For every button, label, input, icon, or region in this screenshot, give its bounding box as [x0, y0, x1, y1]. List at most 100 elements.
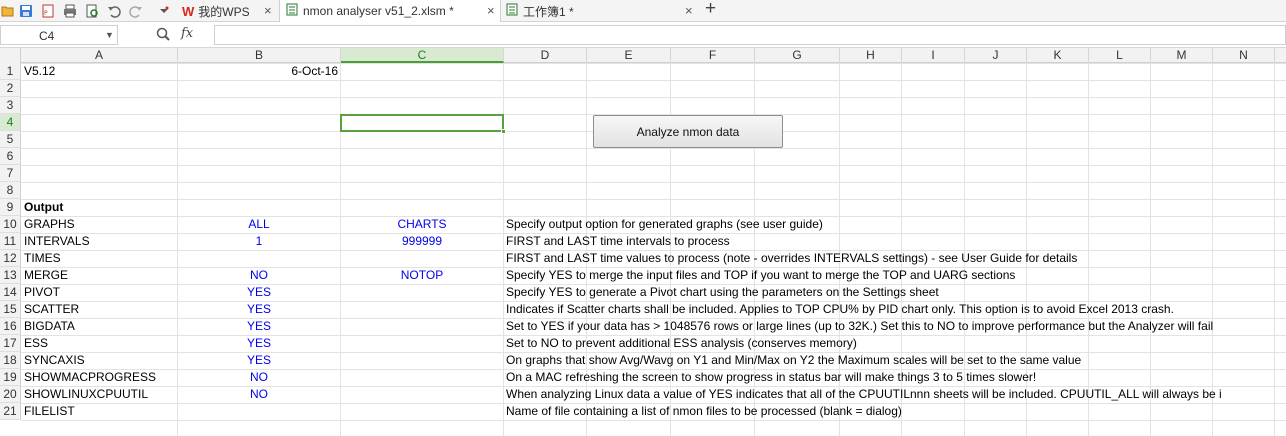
row-header-2[interactable]: 2 — [0, 80, 21, 97]
cell-d19[interactable]: On a MAC refreshing the screen to show p… — [506, 369, 1036, 386]
row-header-6[interactable]: 6 — [0, 148, 21, 165]
cell-d10[interactable]: Specify output option for generated grap… — [506, 216, 823, 233]
tab-workbook1[interactable]: 工作簿1 * × — [504, 0, 700, 22]
row-header-10[interactable]: 10 — [0, 216, 21, 233]
cell-d17[interactable]: Set to NO to prevent additional ESS anal… — [506, 335, 857, 352]
cell-a10[interactable]: GRAPHS — [24, 216, 75, 233]
column-header-b[interactable]: B — [178, 48, 341, 63]
analyze-nmon-data-button[interactable]: Analyze nmon data — [593, 115, 783, 148]
cell-a12[interactable]: TIMES — [24, 250, 61, 267]
row-header-17[interactable]: 17 — [0, 335, 21, 352]
row-header-4[interactable]: 4 — [0, 114, 21, 131]
row-header-16[interactable]: 16 — [0, 318, 21, 335]
cell-b13[interactable]: NO — [178, 267, 340, 284]
row-header-14[interactable]: 14 — [0, 284, 21, 301]
cell-a1[interactable]: V5.12 — [24, 63, 55, 80]
row-header-13[interactable]: 13 — [0, 267, 21, 284]
cell-d20[interactable]: When analyzing Linux data a value of YES… — [506, 386, 1222, 403]
cell-c10[interactable]: CHARTS — [341, 216, 503, 233]
column-header-a[interactable]: A — [21, 48, 178, 63]
redo-icon[interactable] — [128, 3, 144, 19]
magnifier-icon[interactable] — [156, 27, 170, 44]
row-header-5[interactable]: 5 — [0, 131, 21, 148]
cell-b14[interactable]: YES — [178, 284, 340, 301]
cell-b15[interactable]: YES — [178, 301, 340, 318]
row-header-21[interactable]: 21 — [0, 403, 21, 420]
column-header-l[interactable]: L — [1089, 48, 1151, 63]
formula-input[interactable] — [214, 25, 1286, 45]
name-box[interactable]: C4 ▼ — [0, 25, 118, 45]
column-header-h[interactable]: H — [840, 48, 902, 63]
cell-b10[interactable]: ALL — [178, 216, 340, 233]
column-header-c[interactable]: C — [341, 48, 504, 63]
cell-b11[interactable]: 1 — [178, 233, 340, 250]
save-icon[interactable] — [18, 3, 34, 19]
function-icon[interactable]: fx — [181, 26, 193, 41]
cell-a13[interactable]: MERGE — [24, 267, 68, 284]
cell-d11[interactable]: FIRST and LAST time intervals to process — [506, 233, 730, 250]
cell-b1[interactable]: 6-Oct-16 — [178, 63, 338, 80]
chevron-down-icon[interactable]: ▼ — [105, 30, 114, 40]
cell-d14[interactable]: Specify YES to generate a Pivot chart us… — [506, 284, 939, 301]
tab-nmon-analyser[interactable]: nmon analyser v51_2.xlsm * × — [279, 0, 501, 22]
export-pdf-icon[interactable]: P — [40, 3, 56, 19]
print-preview-icon[interactable] — [84, 3, 100, 19]
cell-a18[interactable]: SYNCAXIS — [24, 352, 85, 369]
cell-a11[interactable]: INTERVALS — [24, 233, 90, 250]
active-cell-c4[interactable] — [340, 114, 504, 132]
tab-my-wps[interactable]: W 我的WPS × — [182, 0, 278, 22]
row-header-19[interactable]: 19 — [0, 369, 21, 386]
print-icon[interactable] — [62, 3, 78, 19]
cell-b17[interactable]: YES — [178, 335, 340, 352]
cell-a19[interactable]: SHOWMACPROGRESS — [24, 369, 156, 386]
cell-a14[interactable]: PIVOT — [24, 284, 60, 301]
column-header-n[interactable]: N — [1213, 48, 1275, 63]
new-tab-button[interactable]: + — [705, 0, 716, 20]
cell-d13[interactable]: Specify YES to merge the input files and… — [506, 267, 1015, 284]
row-header-9[interactable]: 9 — [0, 199, 21, 216]
cell-b18[interactable]: YES — [178, 352, 340, 369]
open-folder-icon[interactable] — [0, 3, 16, 19]
row-header-8[interactable]: 8 — [0, 182, 21, 199]
row-header-20[interactable]: 20 — [0, 386, 21, 403]
row-header-1[interactable]: 1 — [0, 63, 21, 80]
cell-a16[interactable]: BIGDATA — [24, 318, 75, 335]
column-header-f[interactable]: F — [671, 48, 755, 63]
cell-a17[interactable]: ESS — [24, 335, 48, 352]
row-header-11[interactable]: 11 — [0, 233, 21, 250]
cell-area[interactable]: V5.12 6-Oct-16 Output GRAPHS INTERVALS T… — [21, 63, 1286, 436]
column-header-i[interactable]: I — [902, 48, 965, 63]
cell-b16[interactable]: YES — [178, 318, 340, 335]
close-icon[interactable]: × — [487, 3, 495, 19]
row-header-15[interactable]: 15 — [0, 301, 21, 318]
row-header-3[interactable]: 3 — [0, 97, 21, 114]
undo-icon[interactable] — [106, 3, 122, 19]
column-header-g[interactable]: G — [755, 48, 840, 63]
column-header-m[interactable]: M — [1151, 48, 1213, 63]
column-header-d[interactable]: D — [504, 48, 587, 63]
cell-d15[interactable]: Indicates if Scatter charts shall be inc… — [506, 301, 1174, 318]
cell-c13[interactable]: NOTOP — [341, 267, 503, 284]
close-icon[interactable]: × — [685, 3, 693, 19]
cell-c11[interactable]: 999999 — [341, 233, 503, 250]
cell-b20[interactable]: NO — [178, 386, 340, 403]
cell-a15[interactable]: SCATTER — [24, 301, 79, 318]
row-header-18[interactable]: 18 — [0, 352, 21, 369]
column-header-e[interactable]: E — [587, 48, 671, 63]
row-header-7[interactable]: 7 — [0, 165, 21, 182]
fill-handle[interactable] — [501, 129, 506, 134]
column-header-k[interactable]: K — [1027, 48, 1089, 63]
cell-d21[interactable]: Name of file containing a list of nmon f… — [506, 403, 902, 420]
row-header-12[interactable]: 12 — [0, 250, 21, 267]
cell-b19[interactable]: NO — [178, 369, 340, 386]
close-icon[interactable]: × — [264, 3, 272, 19]
cell-a21[interactable]: FILELIST — [24, 403, 75, 420]
cell-a9[interactable]: Output — [24, 199, 63, 216]
select-all-corner[interactable] — [0, 48, 21, 63]
cell-a20[interactable]: SHOWLINUXCPUUTIL — [24, 386, 148, 403]
customize-toolbar-icon[interactable] — [156, 3, 172, 19]
cell-d18[interactable]: On graphs that show Avg/Wavg on Y1 and M… — [506, 352, 1081, 369]
cell-d16[interactable]: Set to YES if your data has > 1048576 ro… — [506, 318, 1213, 335]
cell-d12[interactable]: FIRST and LAST time values to process (n… — [506, 250, 1077, 267]
column-header-j[interactable]: J — [965, 48, 1027, 63]
